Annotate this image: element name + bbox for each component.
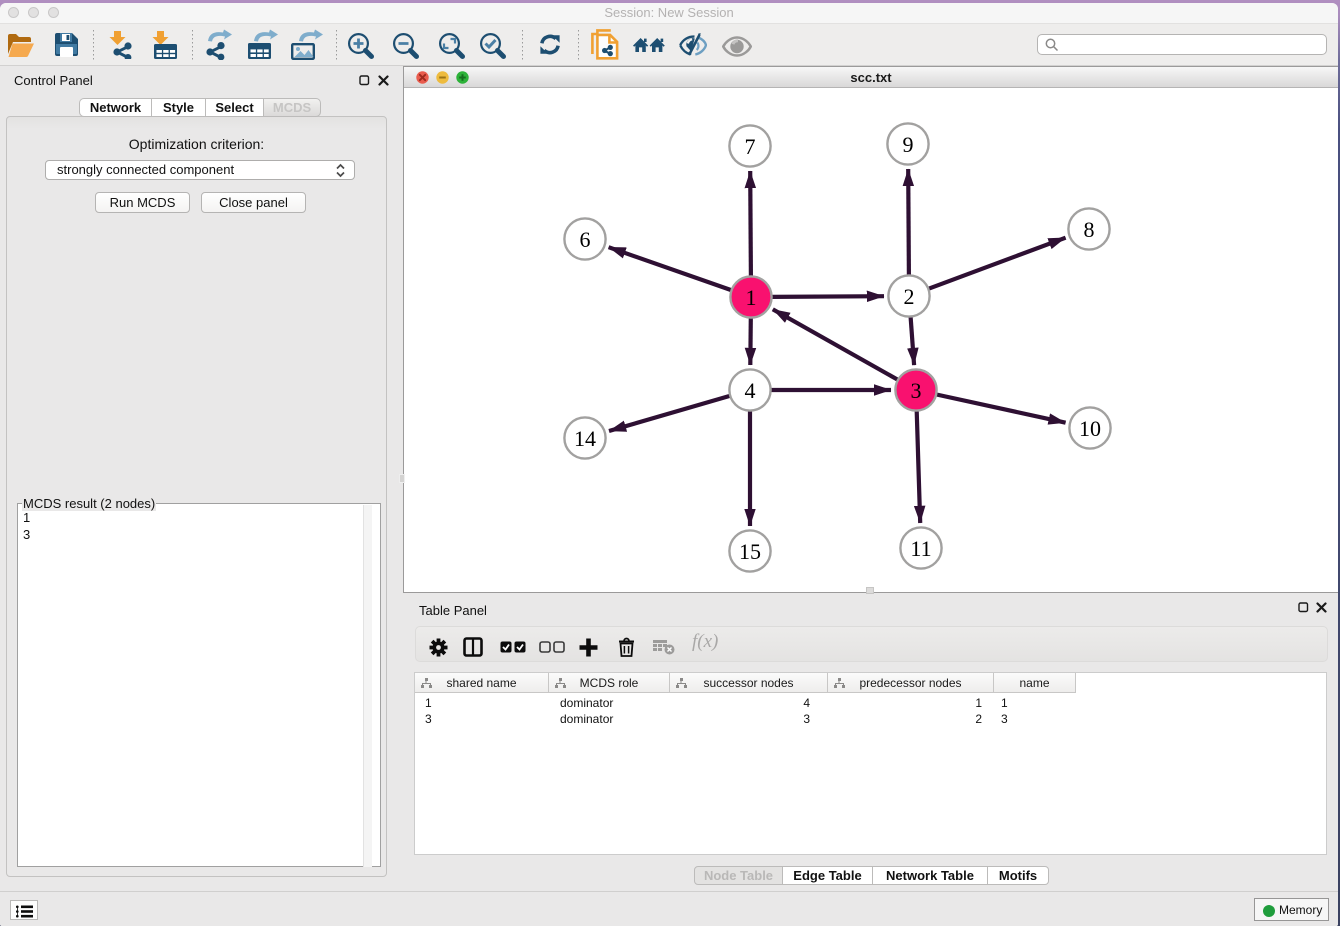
svg-text:8: 8	[1084, 217, 1095, 242]
svg-text:6: 6	[580, 227, 591, 252]
svg-text:14: 14	[574, 426, 596, 451]
svg-text:9: 9	[903, 132, 914, 157]
svg-text:10: 10	[1079, 416, 1101, 441]
svg-text:4: 4	[745, 378, 756, 403]
svg-text:3: 3	[911, 378, 922, 403]
svg-text:2: 2	[904, 284, 915, 309]
svg-text:11: 11	[910, 536, 931, 561]
svg-text:15: 15	[739, 539, 761, 564]
svg-text:7: 7	[745, 134, 756, 159]
svg-text:1: 1	[746, 285, 757, 310]
